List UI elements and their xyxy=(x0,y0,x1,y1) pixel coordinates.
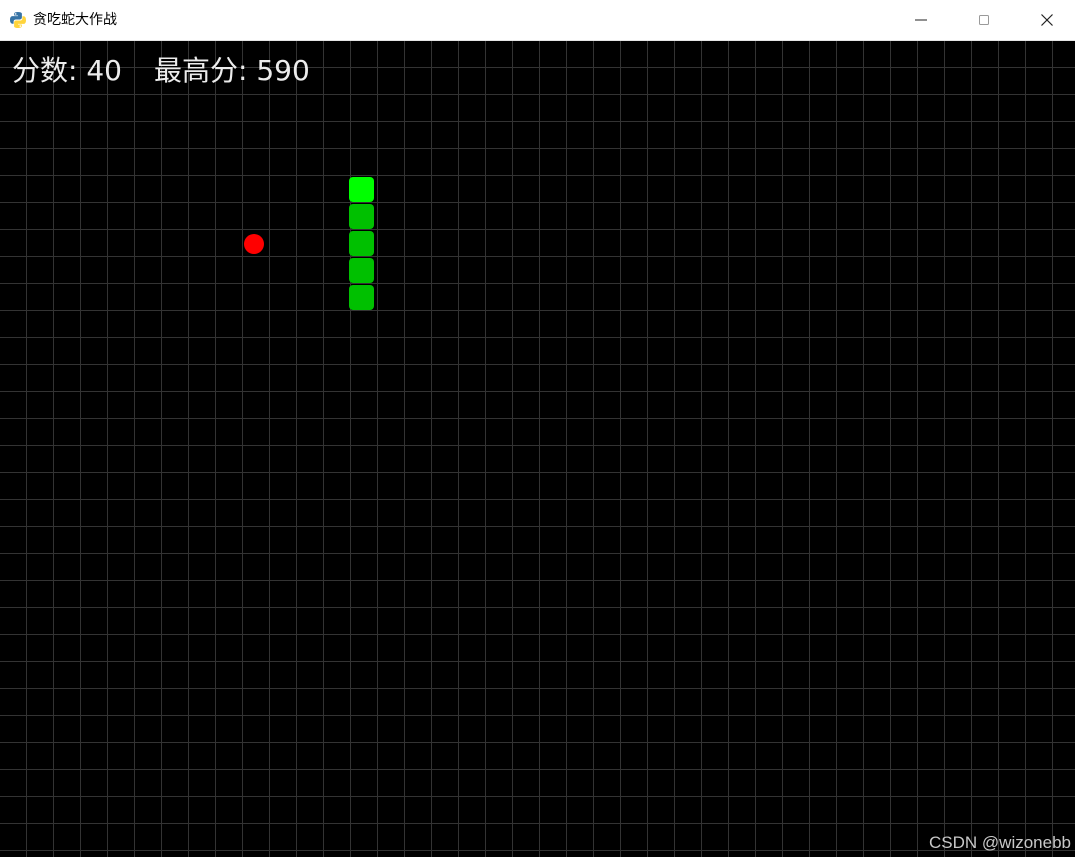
maximize-icon xyxy=(979,15,989,25)
title-bar[interactable]: 贪吃蛇大作战 xyxy=(0,0,1075,41)
snake-segment xyxy=(349,258,374,283)
snake-segment xyxy=(349,285,374,310)
maximize-button[interactable] xyxy=(953,0,1015,40)
high-score-label: 最高分: xyxy=(153,54,248,87)
game-window: 贪吃蛇大作战 分数: 40 最高分: 590 CSDN @wizonebb xyxy=(0,0,1075,857)
snake-head xyxy=(349,177,374,202)
food-apple xyxy=(244,234,264,254)
close-icon xyxy=(1041,14,1053,26)
game-board[interactable]: 分数: 40 最高分: 590 CSDN @wizonebb xyxy=(0,41,1075,857)
score-value: 40 xyxy=(86,54,122,87)
minimize-button[interactable] xyxy=(890,0,952,40)
window-title: 贪吃蛇大作战 xyxy=(33,12,117,28)
snake-segment xyxy=(349,231,374,256)
game-grid xyxy=(0,41,1075,857)
score-label: 分数: xyxy=(12,54,78,87)
python-icon xyxy=(9,11,27,29)
snake-segment xyxy=(349,204,374,229)
minimize-icon xyxy=(915,19,927,21)
watermark: CSDN @wizonebb xyxy=(929,833,1071,852)
score-hud: 分数: 40 最高分: 590 xyxy=(12,54,310,88)
close-button[interactable] xyxy=(1016,0,1075,40)
high-score-value: 590 xyxy=(256,54,310,87)
